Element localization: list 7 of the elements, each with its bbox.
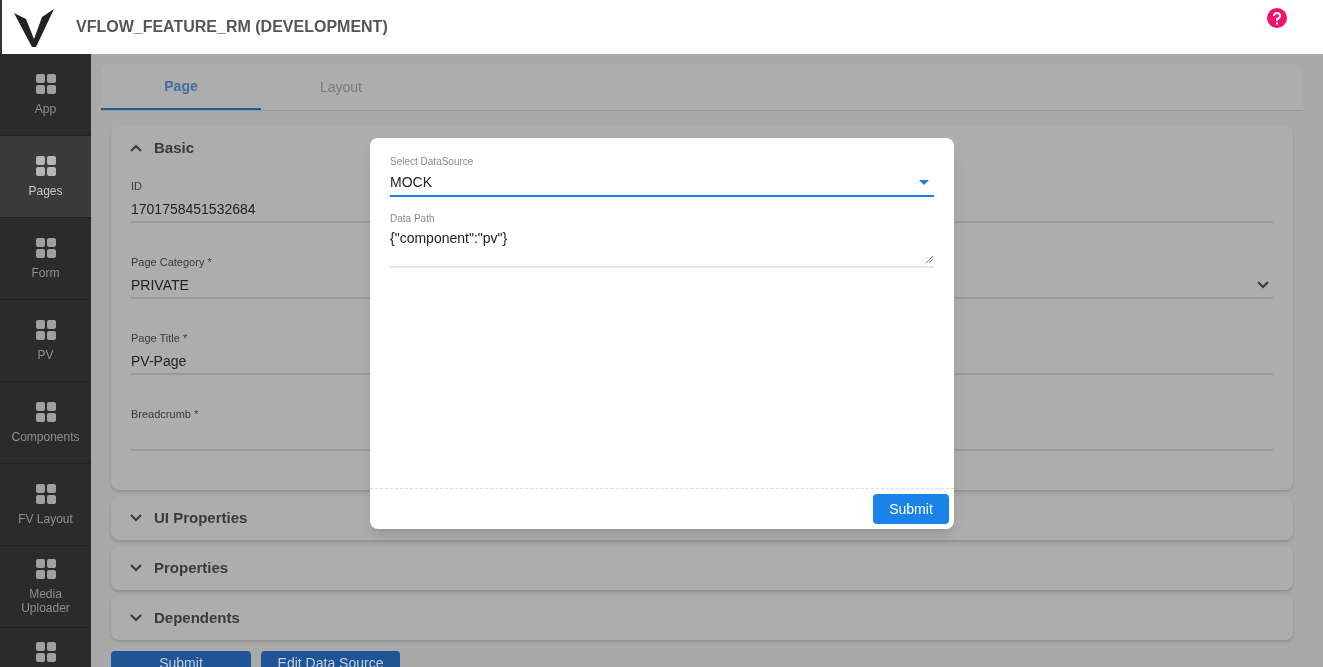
app-title: VFLOW_FEATURE_RM (DEVELOPMENT) bbox=[76, 17, 388, 37]
field-label: Page Title * bbox=[131, 331, 188, 344]
field-label: ID bbox=[131, 179, 142, 192]
field-label: Select DataSource bbox=[390, 155, 475, 169]
field-label: Data Path bbox=[390, 212, 436, 226]
field-label: Breadcrumb * bbox=[131, 407, 199, 420]
field-label: Page Category * bbox=[131, 255, 212, 268]
